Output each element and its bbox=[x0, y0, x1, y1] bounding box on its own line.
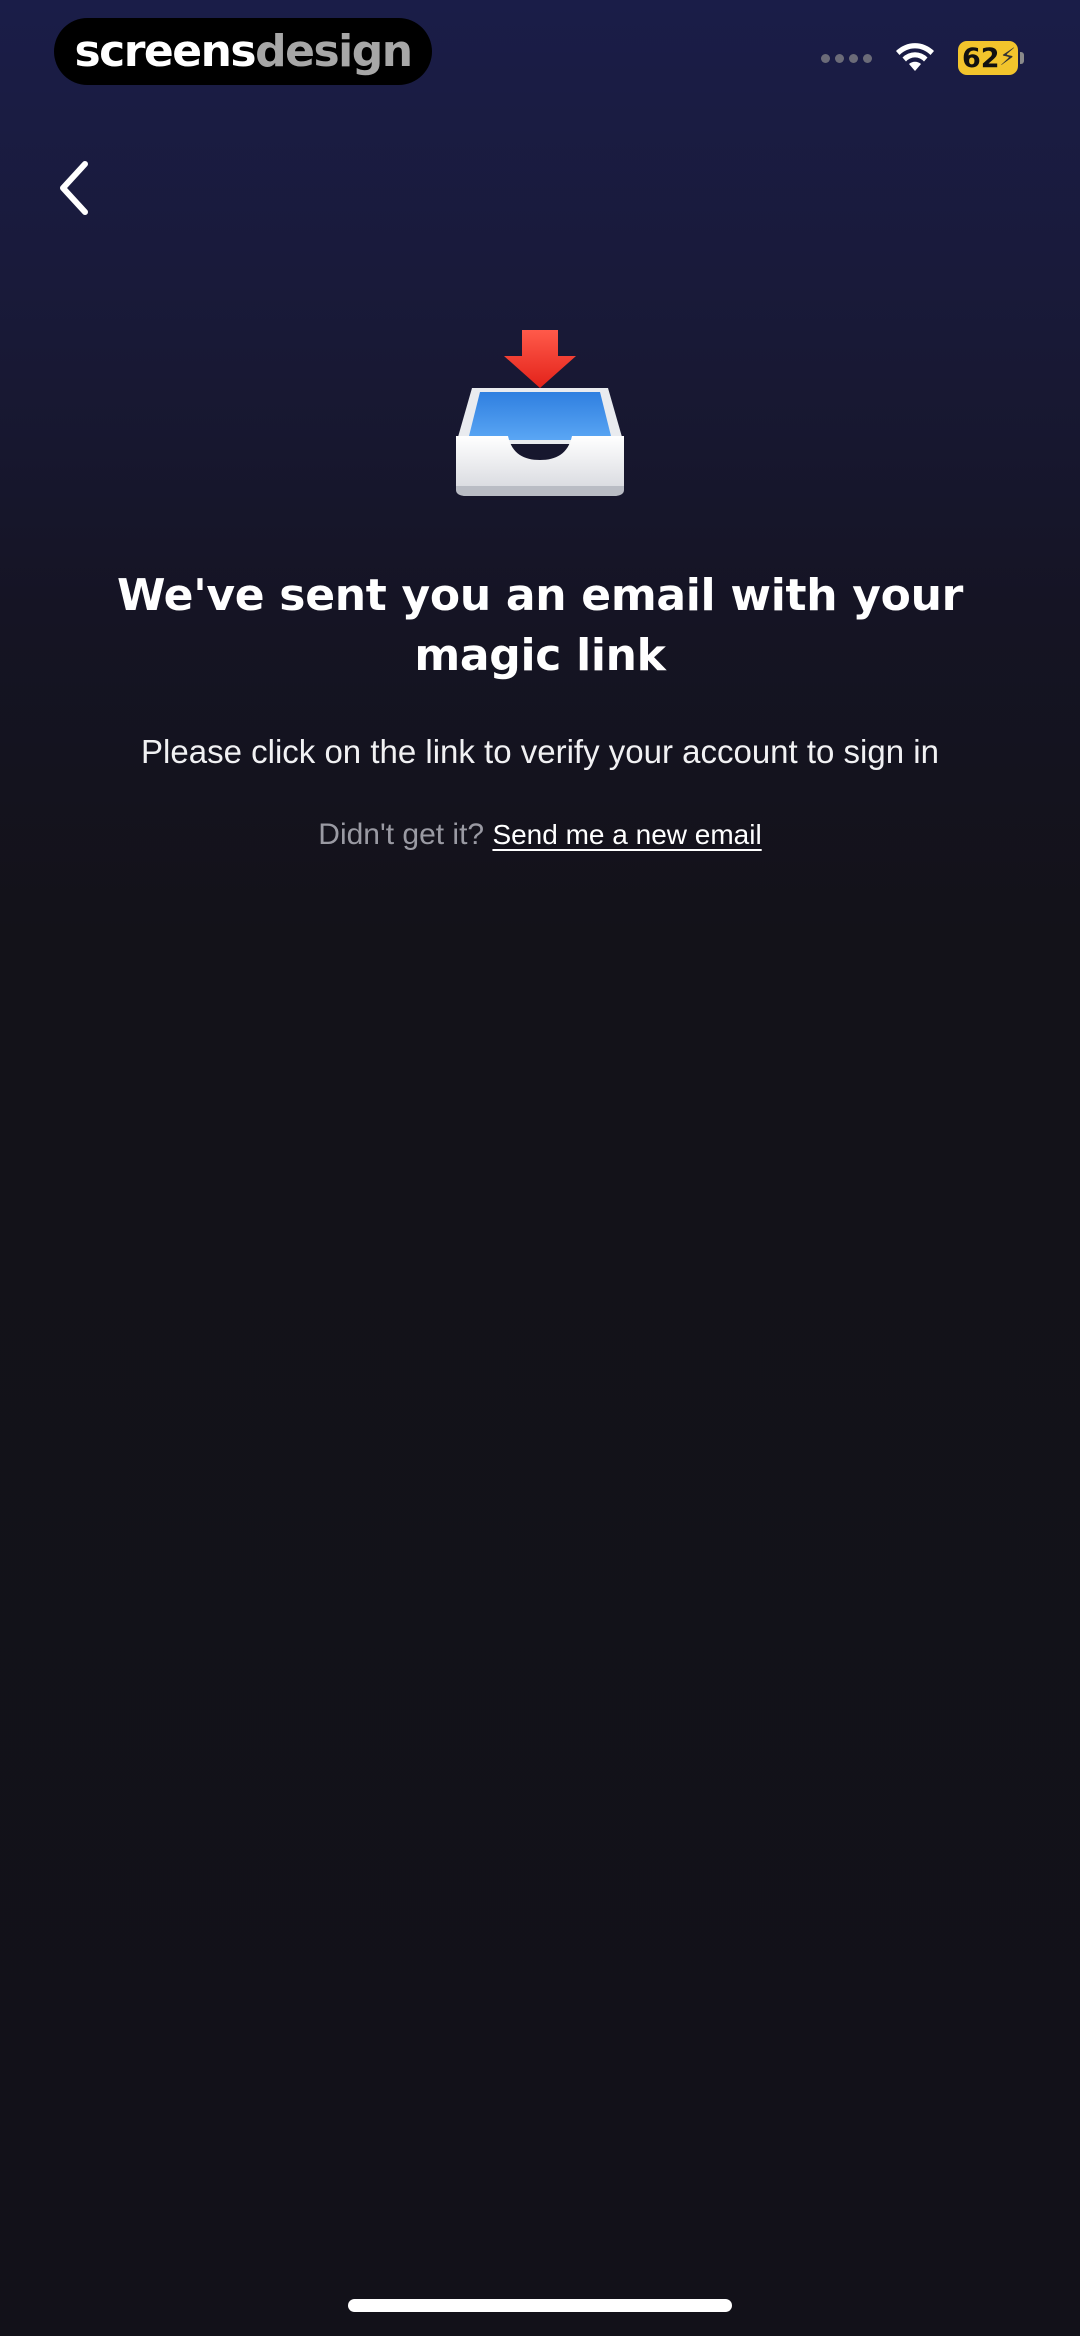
charging-bolt-icon: ⚡ bbox=[999, 43, 1017, 71]
battery-tip bbox=[1020, 52, 1024, 64]
battery-body: 62 ⚡ bbox=[958, 41, 1019, 75]
chevron-left-icon bbox=[60, 161, 88, 215]
brand-secondary-text: design bbox=[255, 26, 413, 77]
resend-row: Didn't get it? Send me a new email bbox=[40, 815, 1040, 855]
magic-link-screen: screens design 62 ⚡ We've sent you an em… bbox=[0, 0, 1080, 2336]
resend-email-link[interactable]: Send me a new email bbox=[492, 819, 761, 850]
page-title: We've sent you an email with your magic … bbox=[116, 570, 964, 681]
home-indicator[interactable] bbox=[348, 2299, 732, 2312]
resend-prompt: Didn't get it? bbox=[318, 818, 493, 851]
battery-indicator: 62 ⚡ bbox=[958, 41, 1024, 75]
inbox-tray-download-icon bbox=[452, 326, 628, 498]
battery-level: 62 bbox=[962, 42, 1000, 74]
instruction-text: Please click on the link to verify your … bbox=[141, 733, 939, 770]
wifi-icon bbox=[896, 43, 934, 71]
brand-primary-text: screens bbox=[74, 26, 256, 77]
back-button[interactable] bbox=[44, 150, 104, 226]
status-bar-right: 62 ⚡ bbox=[821, 36, 1024, 80]
signal-dots-icon bbox=[821, 53, 872, 63]
brand-badge: screens design bbox=[54, 18, 432, 85]
